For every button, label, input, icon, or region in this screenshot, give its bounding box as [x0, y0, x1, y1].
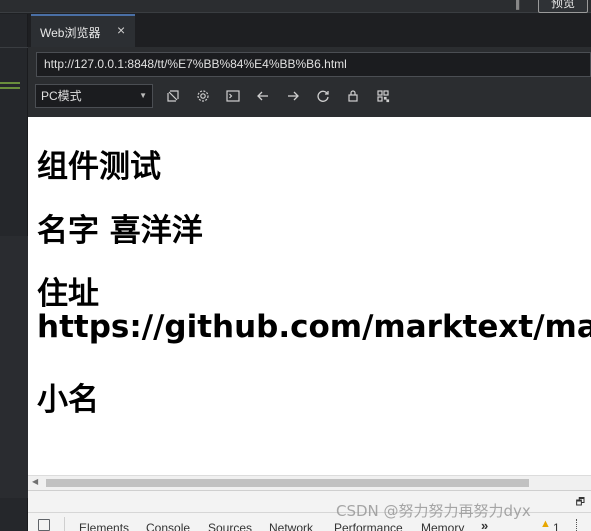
address-bar: http://127.0.0.1:8848/tt/%E7%BB%84%E4%BB…: [28, 47, 591, 83]
url-input[interactable]: http://127.0.0.1:8848/tt/%E7%BB%84%E4%BB…: [36, 52, 591, 77]
panel-divider: [0, 47, 28, 48]
browser-tab-bar: Web浏览器 ×: [28, 14, 591, 47]
heading-name: 名字 喜洋洋: [37, 213, 203, 249]
horizontal-scrollbar[interactable]: ◀: [28, 475, 591, 490]
back-arrow-icon[interactable]: [254, 87, 272, 105]
window-top-strip: ▐ 预览: [0, 0, 591, 13]
heading-component-test: 组件测试: [37, 149, 161, 185]
close-icon[interactable]: ×: [117, 22, 125, 38]
scrollbar-thumb[interactable]: [46, 479, 529, 487]
terminal-icon[interactable]: [224, 87, 242, 105]
tab-network[interactable]: Network: [269, 521, 313, 531]
address-link[interactable]: https://github.com/marktext/marktext: [37, 309, 591, 345]
screenshot-icon[interactable]: [164, 87, 182, 105]
heading-address: 住址: [37, 276, 99, 312]
forward-arrow-icon[interactable]: [284, 87, 302, 105]
warning-icon[interactable]: ▲: [540, 518, 551, 530]
settings-icon[interactable]: [194, 87, 212, 105]
chevron-down-icon: ▼: [139, 91, 147, 100]
scroll-left-icon[interactable]: ◀: [32, 477, 38, 486]
device-mode-select[interactable]: PC模式 ▼: [35, 84, 153, 108]
modified-marker: [0, 82, 20, 89]
browser-viewport: 组件测试 名字 喜洋洋 住址 https://github.com/markte…: [28, 117, 591, 475]
editor-area: [0, 236, 28, 498]
tab-memory[interactable]: Memory: [421, 521, 464, 531]
refresh-icon[interactable]: [314, 87, 332, 105]
tab-elements[interactable]: Elements: [79, 521, 129, 531]
warning-count: 1: [553, 521, 560, 531]
kebab-menu-icon[interactable]: [576, 519, 579, 531]
tab-label: Web浏览器: [40, 26, 101, 40]
browser-toolbar: PC模式 ▼: [28, 83, 591, 117]
tab-console[interactable]: Console: [146, 521, 190, 531]
lock-icon[interactable]: [344, 87, 362, 105]
inspect-element-icon[interactable]: [38, 519, 50, 531]
qrcode-icon[interactable]: [374, 87, 392, 105]
tab-web-browser[interactable]: Web浏览器 ×: [31, 14, 135, 47]
scroll-marker-icon: ▐: [512, 0, 520, 9]
preview-button[interactable]: 预览: [538, 0, 588, 13]
editor-side-panel: [0, 14, 28, 531]
device-mode-value: PC模式: [41, 89, 82, 103]
tab-performance[interactable]: Performance: [334, 521, 403, 531]
undock-icon[interactable]: 🗗: [576, 495, 585, 512]
heading-nickname: 小名: [37, 382, 99, 418]
watermark: CSDN @努力努力再努力dyx: [336, 502, 531, 520]
toolbar-divider: [64, 517, 65, 531]
tab-sources[interactable]: Sources: [208, 521, 252, 531]
